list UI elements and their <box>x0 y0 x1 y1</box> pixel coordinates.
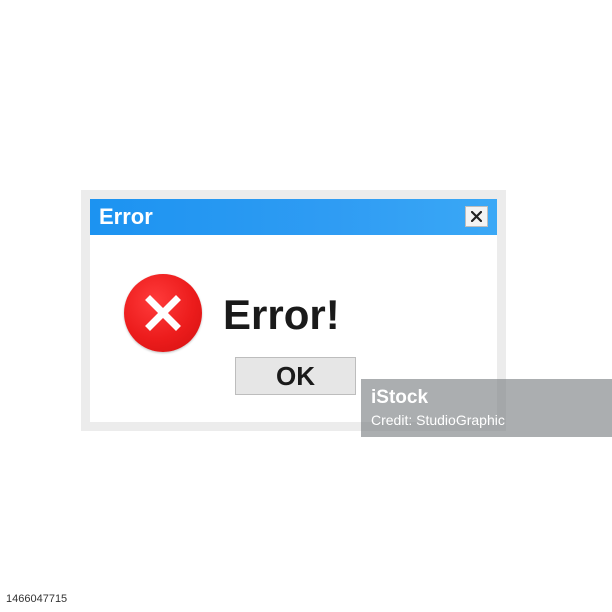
image-id-label: 1466047715 <box>4 592 70 606</box>
error-icon <box>124 274 202 352</box>
title-bar[interactable]: Error <box>90 199 497 235</box>
dialog-title: Error <box>99 204 153 229</box>
watermark-brand: iStock <box>371 387 429 408</box>
stock-watermark: iStock Credit: StudioGraphic <box>361 379 612 437</box>
ok-button[interactable]: OK <box>235 357 356 395</box>
close-icon <box>471 211 482 222</box>
error-x-mark <box>145 295 181 331</box>
error-message: Error! <box>223 291 340 338</box>
watermark-credit: Credit: StudioGraphic <box>371 412 505 428</box>
close-button[interactable] <box>465 206 488 227</box>
